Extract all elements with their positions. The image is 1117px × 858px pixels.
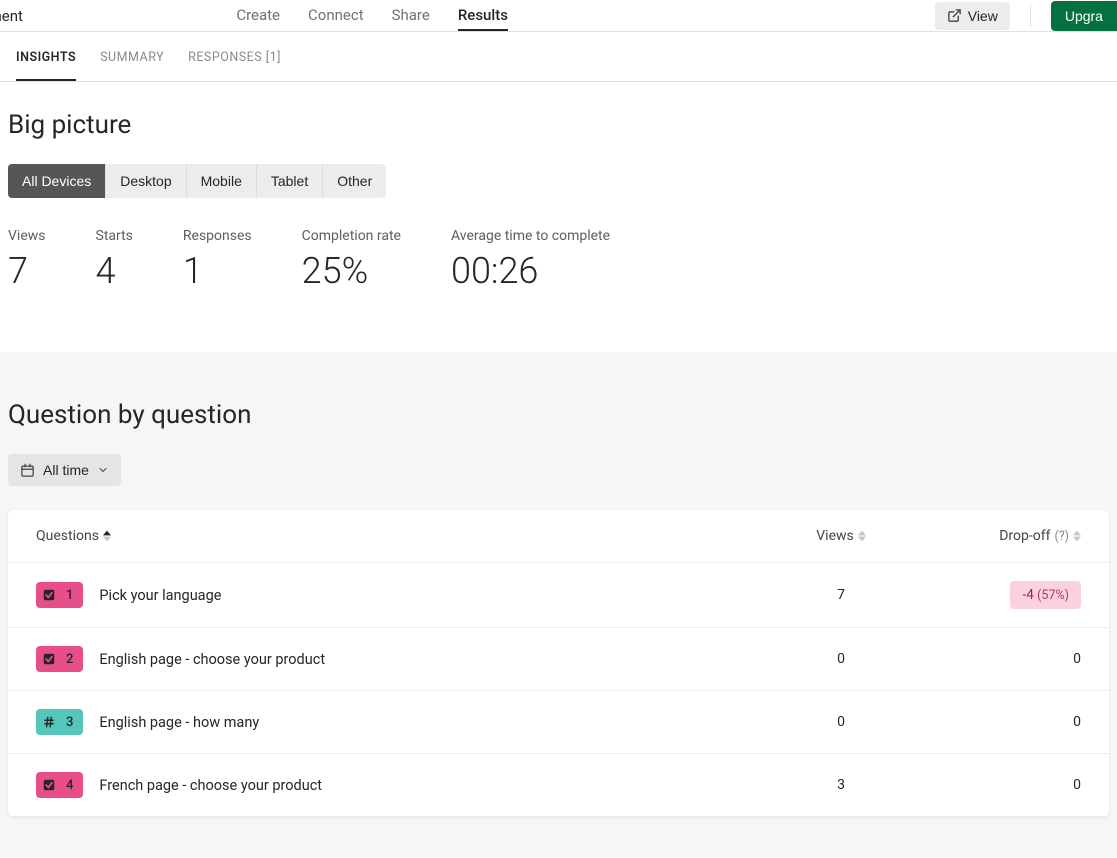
time-filter-button[interactable]: All time	[8, 454, 121, 486]
time-filter-label: All time	[43, 462, 89, 478]
dropoff-help[interactable]: (?)	[1054, 529, 1069, 544]
main-tabs: Create Connect Share Results	[236, 0, 508, 31]
question-cell: 3 English page - how many	[36, 709, 761, 735]
subtab-summary[interactable]: SUMMARY	[100, 32, 164, 81]
big-picture-title: Big picture	[8, 110, 1109, 140]
col-views-label: Views	[816, 528, 854, 544]
chevron-down-icon	[97, 464, 109, 476]
col-questions[interactable]: Questions	[36, 528, 761, 544]
top-actions: View Upgra	[935, 1, 1109, 31]
stat-average-time-to-complete: Average time to complete 00:26	[451, 228, 610, 292]
question-cell: 4 French page - choose your product	[36, 772, 761, 798]
question-number: 2	[62, 652, 83, 667]
dropoff-cell: 0	[921, 714, 1081, 730]
vertical-divider	[1030, 5, 1031, 27]
main-tab-share[interactable]: Share	[392, 0, 430, 31]
stat-label: Average time to complete	[451, 228, 610, 244]
qbq-title: Question by question	[8, 400, 1109, 430]
question-cell: 2 English page - choose your product	[36, 646, 761, 672]
stat-views: Views 7	[8, 228, 46, 292]
question-title: English page - choose your product	[99, 651, 325, 668]
checkbox-icon	[36, 778, 62, 792]
calendar-icon	[20, 463, 35, 478]
stat-value: 1	[183, 250, 252, 292]
question-title: English page - how many	[99, 714, 259, 731]
view-button[interactable]: View	[935, 2, 1010, 30]
views-cell: 0	[761, 651, 921, 667]
question-number: 3	[62, 715, 83, 730]
device-tab-mobile[interactable]: Mobile	[187, 164, 257, 198]
question-title: Pick your language	[99, 587, 221, 604]
stat-label: Completion rate	[302, 228, 401, 244]
view-button-label: View	[968, 8, 998, 24]
device-tab-tablet[interactable]: Tablet	[257, 164, 323, 198]
form-title-truncated: to payment	[0, 7, 23, 25]
main-tab-connect[interactable]: Connect	[308, 0, 364, 31]
question-row[interactable]: 1 Pick your language 7 -4 (57%)	[8, 563, 1109, 628]
views-cell: 3	[761, 777, 921, 793]
views-cell: 0	[761, 714, 921, 730]
question-title: French page - choose your product	[99, 777, 322, 794]
hash-icon	[36, 715, 62, 729]
stat-value: 4	[96, 250, 133, 292]
device-tab-all-devices[interactable]: All Devices	[8, 164, 106, 198]
subtab-insights[interactable]: INSIGHTS	[16, 32, 76, 81]
questions-table-header: Questions Views Drop-off (?)	[8, 510, 1109, 563]
stat-value: 25%	[302, 250, 401, 292]
sort-icon	[103, 530, 111, 542]
subtab-responses-[interactable]: RESPONSES [1]	[188, 32, 281, 81]
external-link-icon	[947, 8, 962, 23]
upgrade-button-label: Upgra	[1065, 8, 1103, 24]
sort-icon	[1073, 530, 1081, 542]
question-number: 1	[62, 588, 83, 603]
col-dropoff[interactable]: Drop-off (?)	[921, 528, 1081, 544]
main-tab-create[interactable]: Create	[236, 0, 280, 31]
device-filter-tabs: All DevicesDesktopMobileTabletOther	[8, 164, 386, 198]
big-picture-section: Big picture All DevicesDesktopMobileTabl…	[0, 82, 1117, 312]
checkbox-icon	[36, 588, 62, 602]
stat-value: 7	[8, 250, 46, 292]
question-number: 4	[62, 778, 83, 793]
col-dropoff-label: Drop-off	[999, 528, 1050, 544]
stat-label: Responses	[183, 228, 252, 244]
col-views[interactable]: Views	[761, 528, 921, 544]
top-bar: to payment Create Connect Share Results Vie…	[0, 0, 1117, 32]
sort-icon	[858, 530, 866, 542]
stat-label: Starts	[96, 228, 133, 244]
question-cell: 1 Pick your language	[36, 582, 761, 608]
questions-table: Questions Views Drop-off (?)	[8, 510, 1109, 817]
stat-value: 00:26	[451, 250, 610, 292]
question-badge: 3	[36, 709, 83, 735]
question-badge: 4	[36, 772, 83, 798]
stat-responses: Responses 1	[183, 228, 252, 292]
dropoff-cell: -4 (57%)	[921, 581, 1081, 609]
question-row[interactable]: 2 English page - choose your product 00	[8, 628, 1109, 691]
stat-completion-rate: Completion rate 25%	[302, 228, 401, 292]
main-tab-results[interactable]: Results	[458, 0, 508, 31]
question-by-question-section: Question by question All time Questions …	[0, 352, 1117, 857]
stats-row: Views 7 Starts 4 Responses 1 Completion rate 25…	[8, 228, 1109, 292]
dropoff-pill: -4 (57%)	[1010, 581, 1081, 609]
question-row[interactable]: 4 French page - choose your product 30	[8, 754, 1109, 817]
checkbox-icon	[36, 652, 62, 666]
device-tab-other[interactable]: Other	[323, 164, 386, 198]
device-tab-desktop[interactable]: Desktop	[106, 164, 186, 198]
results-subtabs: INSIGHTS SUMMARY RESPONSES [1]	[0, 32, 1117, 82]
stat-starts: Starts 4	[96, 228, 133, 292]
upgrade-button[interactable]: Upgra	[1051, 1, 1117, 31]
question-row[interactable]: 3 English page - how many 00	[8, 691, 1109, 754]
dropoff-cell: 0	[921, 651, 1081, 667]
question-badge: 1	[36, 582, 83, 608]
views-cell: 7	[761, 587, 921, 603]
question-badge: 2	[36, 646, 83, 672]
stat-label: Views	[8, 228, 46, 244]
col-questions-label: Questions	[36, 528, 99, 544]
dropoff-cell: 0	[921, 777, 1081, 793]
